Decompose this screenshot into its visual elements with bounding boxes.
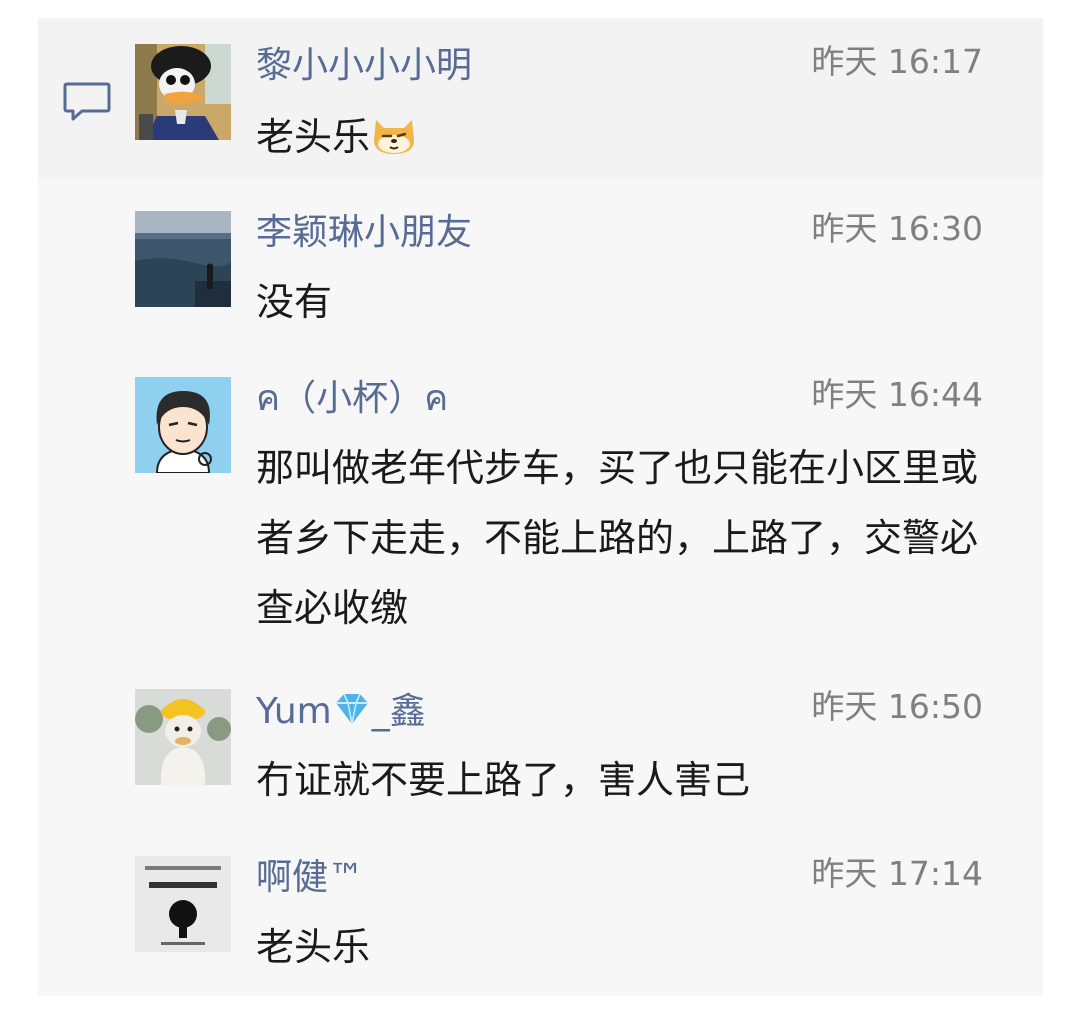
comment-text: 冇证就不要上路了，害人害己	[256, 758, 751, 802]
comment-time: 昨天 16:50	[811, 687, 983, 726]
commenter-name[interactable]: ค（小杯）ค	[256, 377, 448, 421]
comment-bubble-icon[interactable]	[62, 80, 112, 124]
comment-text: 老头乐	[256, 925, 371, 969]
comment-text: 没有	[256, 280, 333, 324]
avatar[interactable]	[135, 856, 231, 952]
doge-emoji-icon	[374, 120, 415, 154]
comment-text: 老头乐	[256, 102, 986, 172]
comment-time: 昨天 16:44	[811, 375, 983, 414]
avatar[interactable]	[135, 377, 231, 473]
commenter-name[interactable]: 啊健™	[256, 856, 364, 900]
avatar[interactable]	[135, 44, 231, 140]
comment-time: 昨天 17:14	[811, 854, 983, 893]
commenter-name[interactable]: Yum _鑫	[256, 689, 426, 734]
avatar[interactable]	[135, 211, 231, 307]
commenter-name[interactable]: 黎小小小小明	[256, 44, 472, 88]
comment-text: 那叫做老年代步车，买了也只能在小区里或者乡下走走，不能上路的，上路了，交警必查必…	[256, 446, 979, 630]
commenter-name[interactable]: 李颖琳小朋友	[256, 211, 472, 255]
comment-time: 昨天 16:30	[811, 209, 983, 248]
comment-time: 昨天 16:17	[811, 42, 983, 81]
avatar[interactable]	[135, 689, 231, 785]
gem-emoji-icon	[335, 693, 368, 725]
